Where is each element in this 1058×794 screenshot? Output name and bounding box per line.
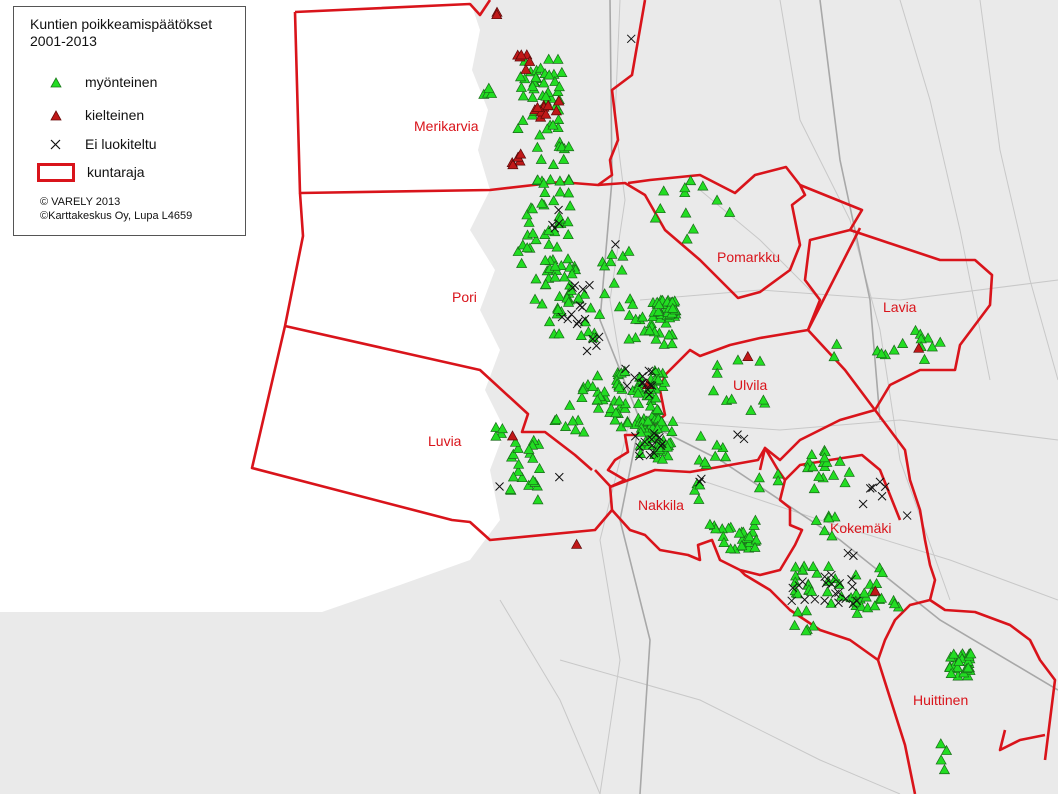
legend-copyright-karttakeskus: ©Karttakeskus Oy, Lupa L4659: [40, 210, 193, 222]
label-merikarvia: Merikarvia: [414, 118, 479, 134]
cross-icon: [50, 139, 61, 150]
legend-title: Kuntien poikkeamispäätökset 2001-2013: [30, 16, 213, 49]
green-triangle-icon: [50, 77, 62, 88]
map-legend: Kuntien poikkeamispäätökset 2001-2013 my…: [13, 6, 246, 236]
label-nakkila: Nakkila: [638, 497, 684, 513]
label-luvia: Luvia: [428, 433, 462, 449]
label-huittinen: Huittinen: [913, 692, 968, 708]
label-pomarkku: Pomarkku: [717, 249, 780, 265]
legend-copyright-varely: © VARELY 2013: [40, 196, 121, 208]
label-ulvila: Ulvila: [733, 377, 767, 393]
label-kokemaki: Kokemäki: [830, 520, 891, 536]
label-lavia: Lavia: [883, 299, 917, 315]
boundary-swatch-icon: [37, 163, 75, 182]
label-pori: Pori: [452, 289, 477, 305]
red-triangle-icon: [50, 110, 62, 121]
